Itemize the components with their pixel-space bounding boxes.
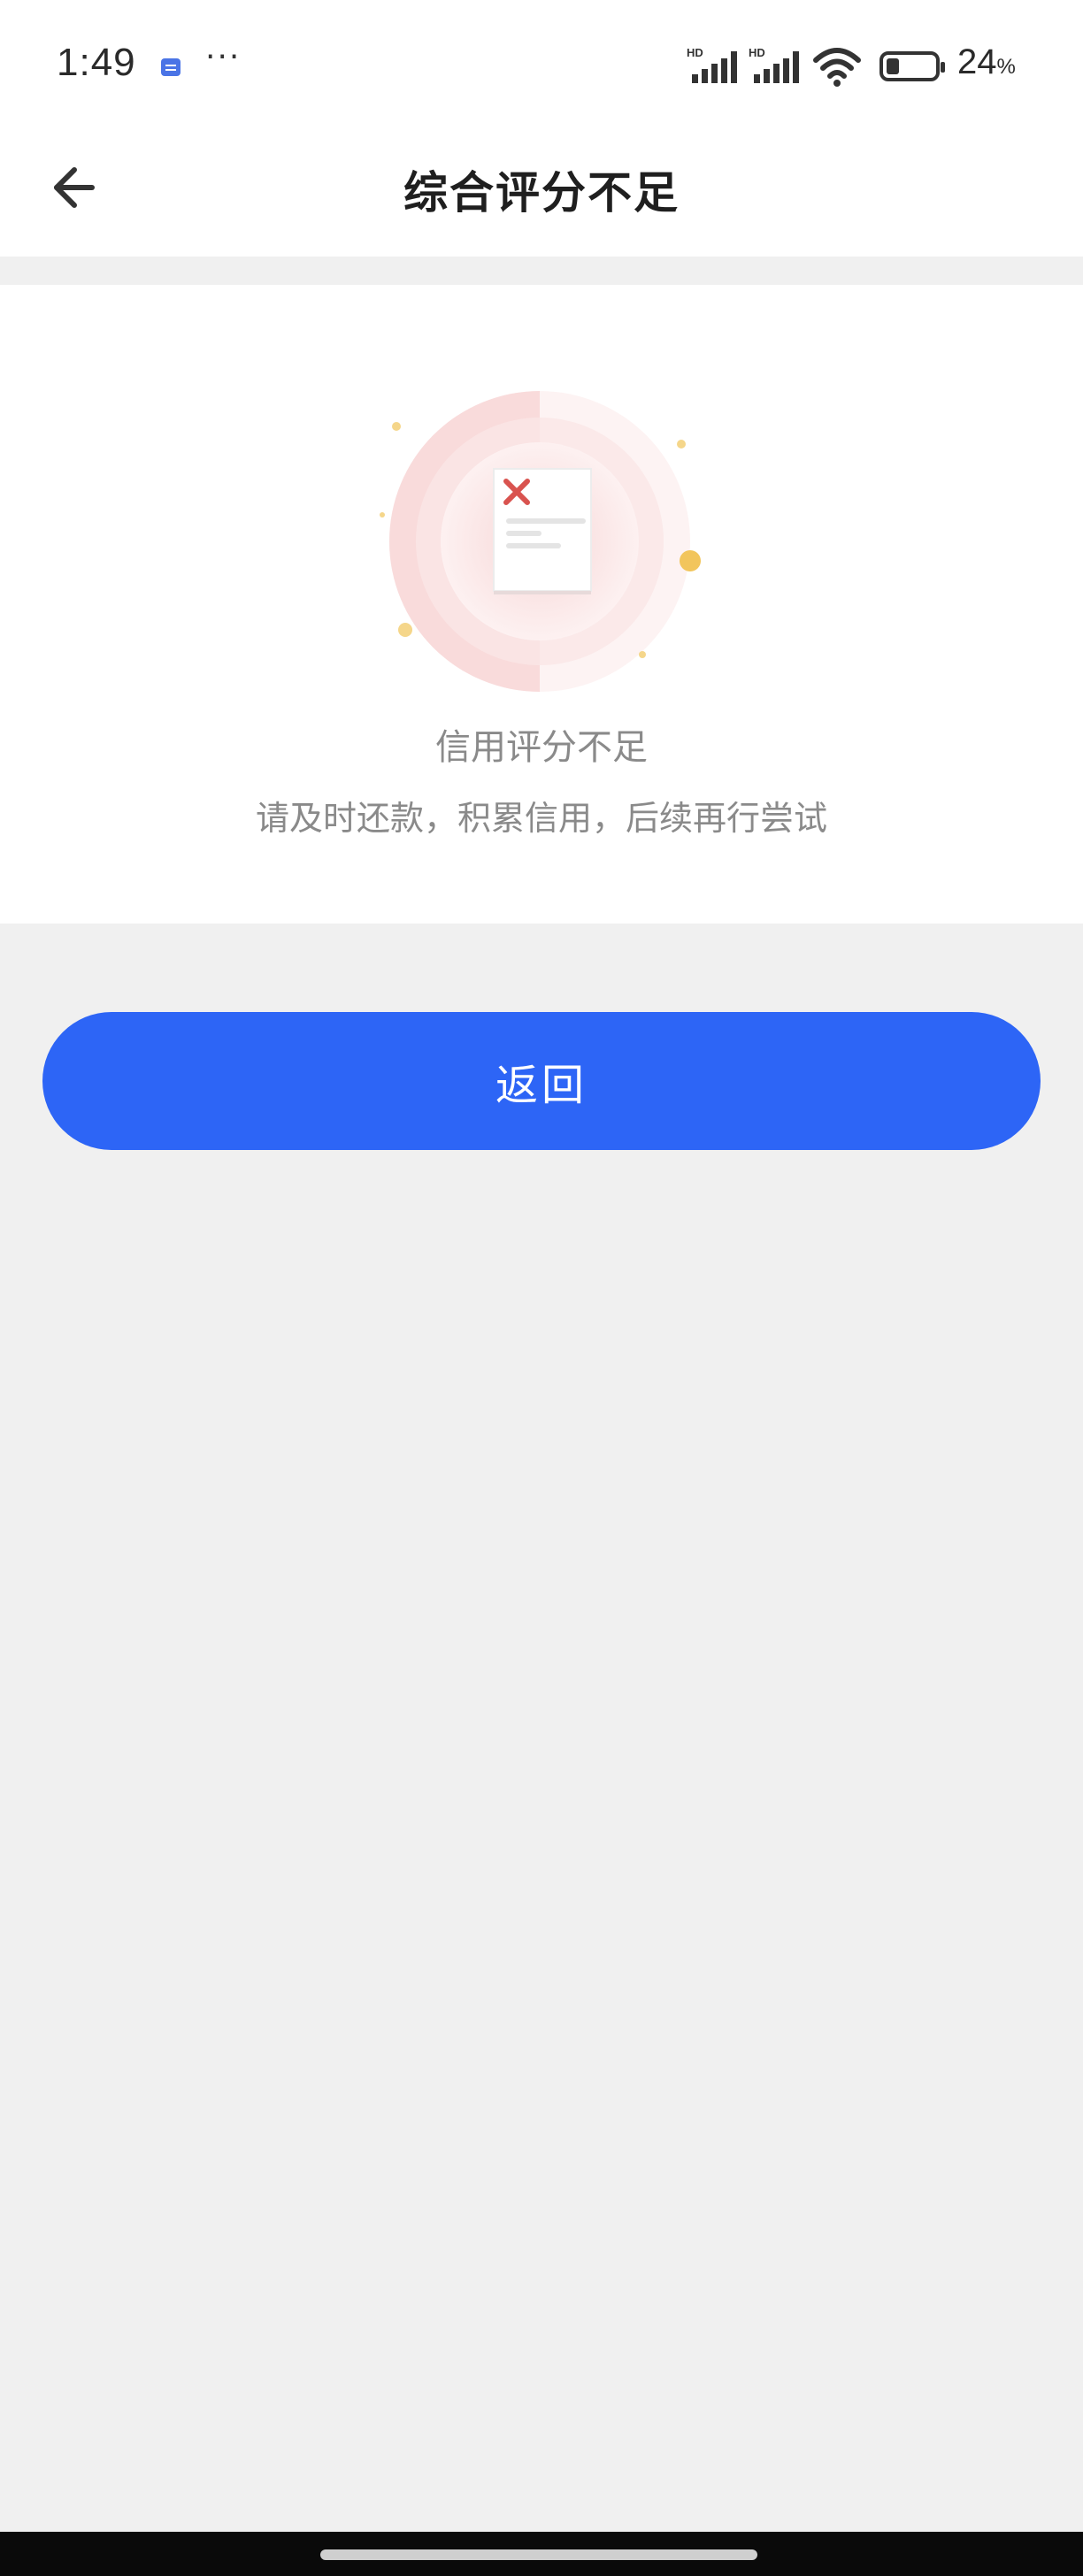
rejected-document-icon [380, 391, 701, 692]
battery-level: 24% [957, 42, 1016, 81]
battery-icon [879, 51, 945, 81]
signal-icon: HD [687, 46, 737, 83]
message-icon [161, 58, 180, 76]
wifi-icon [813, 48, 861, 87]
app-header: 综合评分不足 [0, 133, 1083, 257]
system-nav-bar [0, 2532, 1083, 2576]
result-card: 信用评分不足 请及时还款，积累信用，后续再行尝试 [0, 285, 1083, 924]
page-title: 综合评分不足 [403, 167, 680, 218]
status-time: 1:49 [57, 41, 136, 84]
sim1-label: HD [687, 46, 703, 59]
status-bar: 1:49 ··· HD HD 24% [0, 0, 1083, 133]
home-indicator[interactable] [320, 2549, 757, 2560]
signal-icon: HD [749, 46, 799, 83]
more-icon: ··· [205, 39, 242, 75]
return-button[interactable]: 返回 [42, 1012, 1041, 1150]
result-title: 信用评分不足 [435, 727, 648, 768]
sim2-label: HD [749, 46, 765, 59]
result-description: 请及时还款，积累信用，后续再行尝试 [255, 799, 827, 838]
